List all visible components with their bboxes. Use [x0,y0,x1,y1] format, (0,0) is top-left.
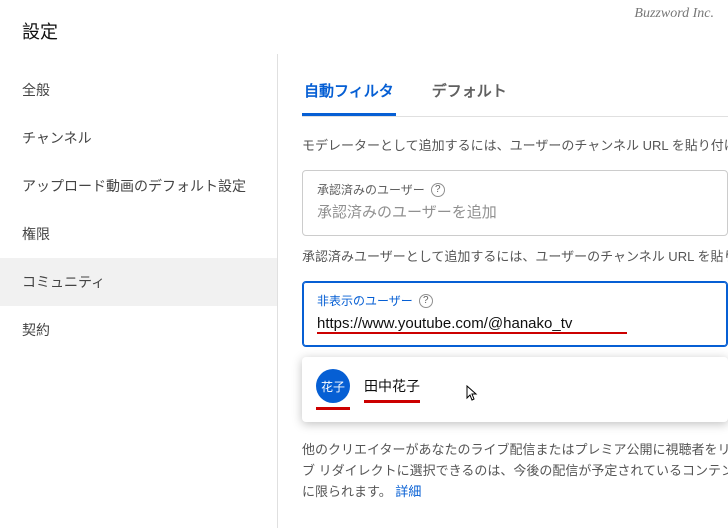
suggestion-name: 田中花子 [364,378,420,394]
moderator-hint: モデレーターとして追加するには、ユーザーのチャンネル URL を貼り付けます [302,135,728,154]
avatar: 花子 [316,369,350,403]
settings-sidebar: 全般 チャンネル アップロード動画のデフォルト設定 権限 コミュニティ 契約 [0,54,278,528]
approved-users-field[interactable]: 承認済みのユーザー ? [302,170,728,236]
sidebar-item-community[interactable]: コミュニティ [0,258,277,306]
tab-auto-filter[interactable]: 自動フィルタ [302,72,396,116]
approved-users-label: 承認済みのユーザー [317,181,425,198]
brand-label: Buzzword Inc. [634,6,714,22]
sidebar-item-upload-defaults[interactable]: アップロード動画のデフォルト設定 [0,162,277,210]
sidebar-item-general[interactable]: 全般 [0,66,277,114]
approved-users-hint: 承認済みユーザーとして追加するには、ユーザーのチャンネル URL を貼り付け [302,246,728,265]
hidden-users-field[interactable]: 非表示のユーザー ? [302,281,728,347]
help-icon[interactable]: ? [419,294,433,308]
hidden-users-description: 他のクリエイターがあなたのライブ配信またはプレミア公開に視聴者をリダイレ ブ リ… [302,440,728,502]
tab-default[interactable]: デフォルト [430,72,509,116]
main-panel: 自動フィルタ デフォルト モデレーターとして追加するには、ユーザーのチャンネル … [278,54,728,528]
sidebar-item-permissions[interactable]: 権限 [0,210,277,258]
details-link[interactable]: 詳細 [395,484,421,499]
hidden-users-input[interactable] [317,315,627,332]
tab-bar: 自動フィルタ デフォルト [302,72,728,117]
approved-users-input[interactable] [317,204,713,221]
sidebar-item-channel[interactable]: チャンネル [0,114,277,162]
page-header: 設定 [0,0,728,54]
cursor-icon [462,385,478,410]
hidden-users-label: 非表示のユーザー [317,292,413,309]
sidebar-item-agreements[interactable]: 契約 [0,306,277,354]
page-title: 設定 [22,18,706,44]
help-icon[interactable]: ? [431,183,445,197]
user-suggestion[interactable]: 花子 田中花子 [302,357,728,422]
